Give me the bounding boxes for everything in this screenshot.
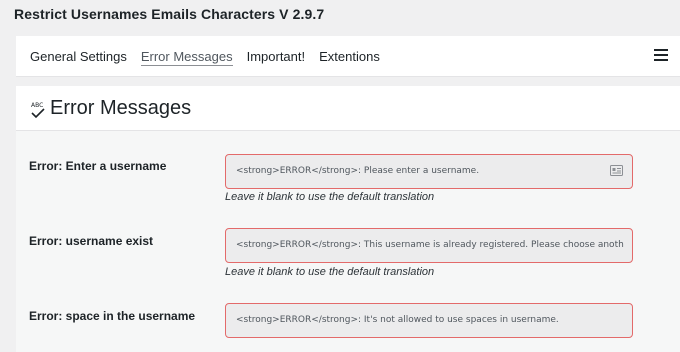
field-label-enter-username: Error: Enter a username xyxy=(29,159,167,173)
section-title: Error Messages xyxy=(50,97,192,119)
contact-card-icon[interactable] xyxy=(610,165,623,176)
tab-extentions[interactable]: Extentions xyxy=(319,36,380,77)
field-label-username-exist: Error: username exist xyxy=(29,234,154,248)
field-hint: Leave it blank to use the default transl… xyxy=(225,266,435,278)
tab-important[interactable]: Important! xyxy=(247,36,306,77)
abc-check-icon: ABC xyxy=(31,102,45,119)
field-hint: Leave it blank to use the default transl… xyxy=(225,191,435,203)
username-exist-error-input[interactable]: <strong>ERROR</strong>: This username is… xyxy=(225,228,633,263)
plugin-title: Restrict Usernames Emails Characters V 2… xyxy=(14,6,325,22)
hamburger-icon[interactable] xyxy=(654,49,668,63)
field-label-space-in-username: Error: space in the username xyxy=(29,309,196,323)
field-value: <strong>ERROR</strong>: This username is… xyxy=(236,240,624,250)
section-header: ABC Error Messages xyxy=(16,86,680,131)
settings-form: Error: Enter a username <strong>ERROR</s… xyxy=(16,131,680,352)
settings-nav: General Settings Error Messages Importan… xyxy=(16,36,680,77)
tab-error-messages[interactable]: Error Messages xyxy=(140,36,233,77)
field-value: <strong>ERROR</strong>: Please enter a u… xyxy=(236,166,480,176)
enter-username-error-input[interactable]: <strong>ERROR</strong>: Please enter a u… xyxy=(225,154,633,189)
svg-text:ABC: ABC xyxy=(31,102,43,109)
space-in-username-error-input[interactable]: <strong>ERROR</strong>: It's not allowed… xyxy=(225,303,633,338)
field-value: <strong>ERROR</strong>: It's not allowed… xyxy=(236,315,559,325)
tab-general-settings[interactable]: General Settings xyxy=(30,36,127,77)
